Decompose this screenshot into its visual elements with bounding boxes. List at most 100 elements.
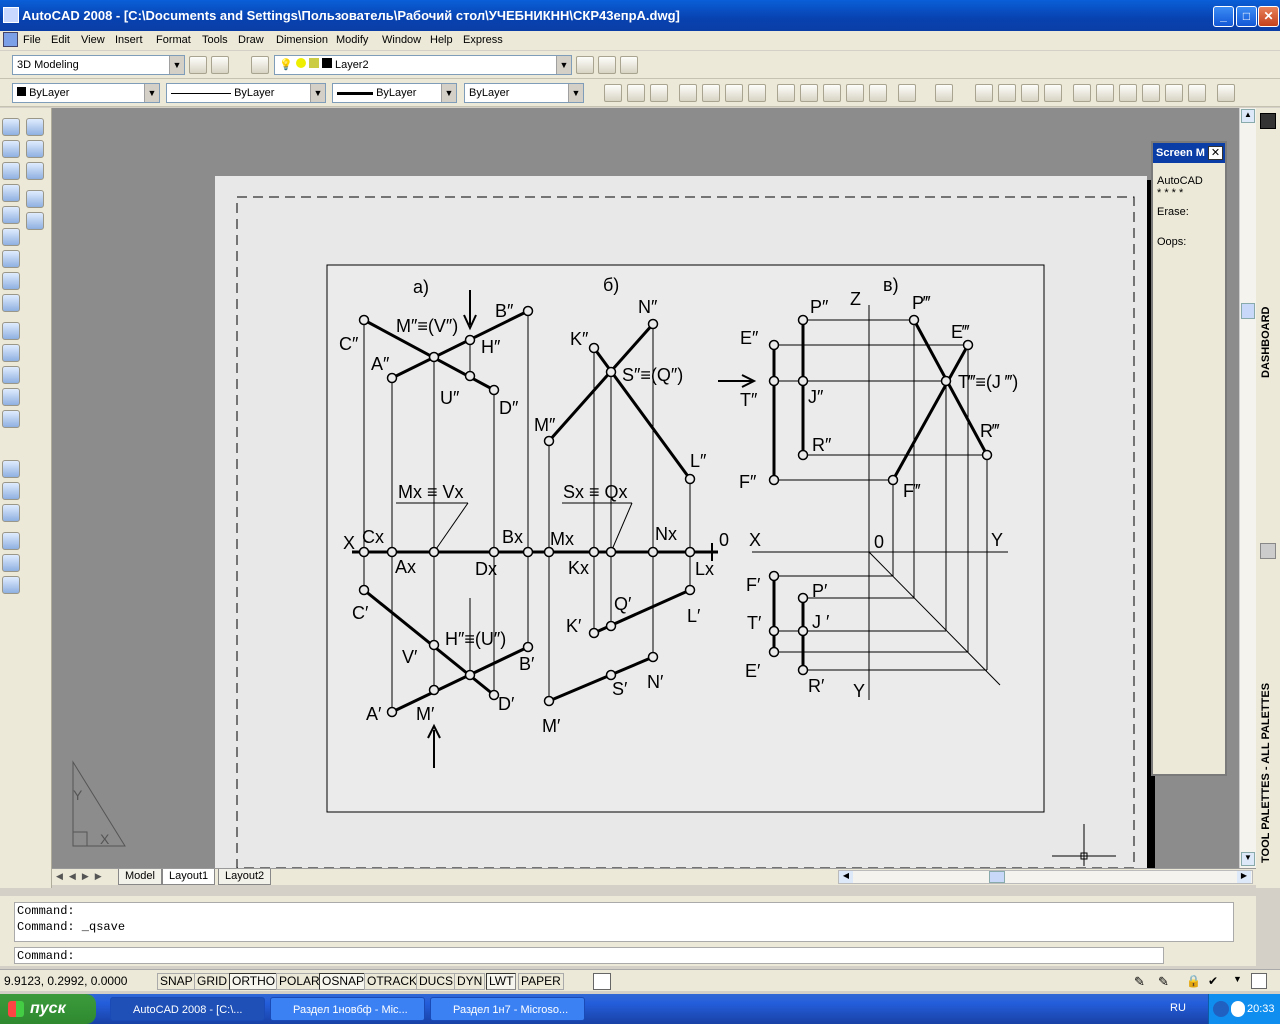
- label-e2: E″: [740, 328, 759, 348]
- label-p1: P′: [812, 581, 828, 601]
- label-b2: B″: [495, 301, 514, 321]
- tab-navigation-icon[interactable]: ◀◀▶▶: [56, 871, 108, 882]
- screen-menu-item-autocad[interactable]: AutoCAD: [1157, 175, 1203, 187]
- label-mx: Mx: [550, 529, 574, 549]
- vertical-scrollbar[interactable]: ▲ ▼: [1239, 108, 1256, 868]
- snap-toggle[interactable]: SNAP: [157, 973, 196, 990]
- label-n2: N″: [638, 297, 658, 317]
- label-l2: L″: [690, 451, 707, 471]
- label-zero-b: 0: [719, 530, 729, 550]
- dashboard-tab[interactable]: DASHBOARD: [1260, 298, 1272, 379]
- label-z: Z: [850, 289, 861, 309]
- system-tray: 20:33: [1208, 994, 1280, 1024]
- vertical-scroll-thumb[interactable]: [1241, 303, 1255, 319]
- crosshair-cursor: [1052, 824, 1116, 866]
- label-h2: H″: [481, 337, 501, 357]
- lock-icon[interactable]: 🔒: [1186, 974, 1202, 990]
- command-history: Command: Command: _qsave: [14, 902, 1234, 942]
- scroll-down-icon[interactable]: ▼: [1241, 852, 1255, 866]
- label-lx: Lx: [695, 559, 714, 579]
- label-t2: T″: [740, 390, 758, 410]
- task-word-2[interactable]: Раздел 1н7 - Microso...: [430, 997, 585, 1021]
- horizontal-scrollbar[interactable]: ◀ ▶: [838, 870, 1253, 884]
- tab-model[interactable]: Model: [118, 869, 162, 885]
- label-j2: J″: [808, 387, 824, 407]
- scroll-right-icon[interactable]: ▶: [1237, 871, 1251, 883]
- viewport-frame: [326, 264, 1045, 813]
- grid-toggle[interactable]: GRID: [194, 973, 230, 990]
- label-r1: R′: [808, 676, 825, 696]
- horizontal-scroll-thumb[interactable]: [989, 871, 1005, 883]
- command-history-line: Command: _qsave: [17, 920, 126, 934]
- otrack-toggle[interactable]: OTRACK: [364, 973, 421, 990]
- label-k2: K″: [570, 329, 589, 349]
- label-v1: V′: [402, 647, 418, 667]
- label-nx: Nx: [655, 524, 677, 544]
- label-l1: L′: [687, 606, 701, 626]
- right-dock: DASHBOARD TOOL PALETTES - ALL PALETTES: [1256, 108, 1280, 888]
- task-word-1[interactable]: Раздел 1новбф - Mic...: [270, 997, 425, 1021]
- label-y-right: Y: [991, 530, 1003, 550]
- label-u2: U″: [440, 388, 460, 408]
- label-s1: S′: [612, 679, 628, 699]
- annotation-scale-icon[interactable]: ✎: [1134, 974, 1150, 990]
- label-p3: P‴: [912, 293, 931, 313]
- label-zero-c: 0: [874, 532, 884, 552]
- label-c1: C′: [352, 603, 369, 623]
- palette-options-icon[interactable]: [1260, 543, 1276, 559]
- taskbar: пуск AutoCAD 2008 - [C:\... Раздел 1новб…: [0, 994, 1280, 1024]
- dyn-toggle[interactable]: DYN: [454, 973, 486, 990]
- annotation-visibility-icon[interactable]: ✎: [1158, 974, 1174, 990]
- label-x-c: X: [749, 530, 761, 550]
- label-r2: R″: [812, 435, 832, 455]
- label-e1: E′: [745, 661, 761, 681]
- label-a2: A″: [371, 354, 390, 374]
- label-section-b: б): [603, 275, 619, 295]
- start-button[interactable]: пуск: [0, 994, 96, 1024]
- label-y-bottom: Y: [853, 681, 865, 701]
- screen-menu-item-oops[interactable]: Oops:: [1157, 236, 1186, 248]
- layout-tabs-bar: ◀◀▶▶ Model Layout1 Layout2 ◀ ▶: [52, 868, 1256, 885]
- ucs-x-label: X: [100, 831, 110, 847]
- coordinate-readout[interactable]: 9.9123, 0.2992, 0.0000: [4, 973, 154, 989]
- status-menu-icon[interactable]: ▼: [1233, 974, 1243, 984]
- task-autocad[interactable]: AutoCAD 2008 - [C:\...: [110, 997, 265, 1021]
- scroll-up-icon[interactable]: ▲: [1241, 109, 1255, 123]
- label-m1: M′: [416, 704, 435, 724]
- tray-network-icon[interactable]: [1231, 1001, 1245, 1017]
- ortho-toggle[interactable]: ORTHO: [229, 973, 279, 990]
- clock[interactable]: 20:33: [1247, 994, 1275, 1024]
- scroll-left-icon[interactable]: ◀: [839, 871, 853, 883]
- label-x-a: X: [343, 533, 355, 553]
- screen-menu-item-stars[interactable]: * * * *: [1157, 187, 1183, 199]
- polar-toggle[interactable]: POLAR: [276, 973, 323, 990]
- screen-menu-item-erase[interactable]: Erase:: [1157, 206, 1189, 218]
- label-m2v2: M″≡(V″): [396, 316, 458, 336]
- label-section-a: а): [413, 277, 429, 297]
- notification-icon[interactable]: ✔: [1208, 974, 1224, 990]
- label-f3: F‴: [903, 481, 921, 501]
- label-p2: P″: [810, 297, 829, 317]
- ducs-toggle[interactable]: DUCS: [416, 973, 457, 990]
- screen-menu-close-icon[interactable]: ✕: [1208, 146, 1223, 160]
- label-m2-b: M″: [534, 415, 556, 435]
- label-d2: D″: [499, 398, 519, 418]
- tab-layout2[interactable]: Layout2: [218, 869, 272, 885]
- language-indicator[interactable]: RU: [1170, 1002, 1186, 1014]
- label-dx: Dx: [475, 559, 497, 579]
- label-bx: Bx: [502, 527, 523, 547]
- dock-options-icon[interactable]: [1260, 113, 1276, 129]
- tool-palettes-tab[interactable]: TOOL PALETTES - ALL PALETTES: [1260, 668, 1272, 863]
- maximize-viewport-icon[interactable]: [593, 973, 611, 990]
- tab-layout1[interactable]: Layout1: [162, 869, 216, 885]
- ucs-y-label: Y: [73, 787, 83, 803]
- label-mx-vx: Mx ≡ Vx: [398, 482, 464, 502]
- label-f1: F′: [746, 575, 761, 595]
- lwt-toggle[interactable]: LWT: [486, 973, 517, 990]
- command-input[interactable]: Command:: [14, 947, 1164, 964]
- tray-app-icon[interactable]: [1213, 1001, 1229, 1017]
- clean-screen-icon[interactable]: [1251, 973, 1267, 989]
- paper-toggle[interactable]: PAPER: [518, 973, 564, 990]
- osnap-toggle[interactable]: OSNAP: [319, 973, 368, 990]
- status-bar: 9.9123, 0.2992, 0.0000 SNAP GRID ORTHO P…: [0, 969, 1280, 991]
